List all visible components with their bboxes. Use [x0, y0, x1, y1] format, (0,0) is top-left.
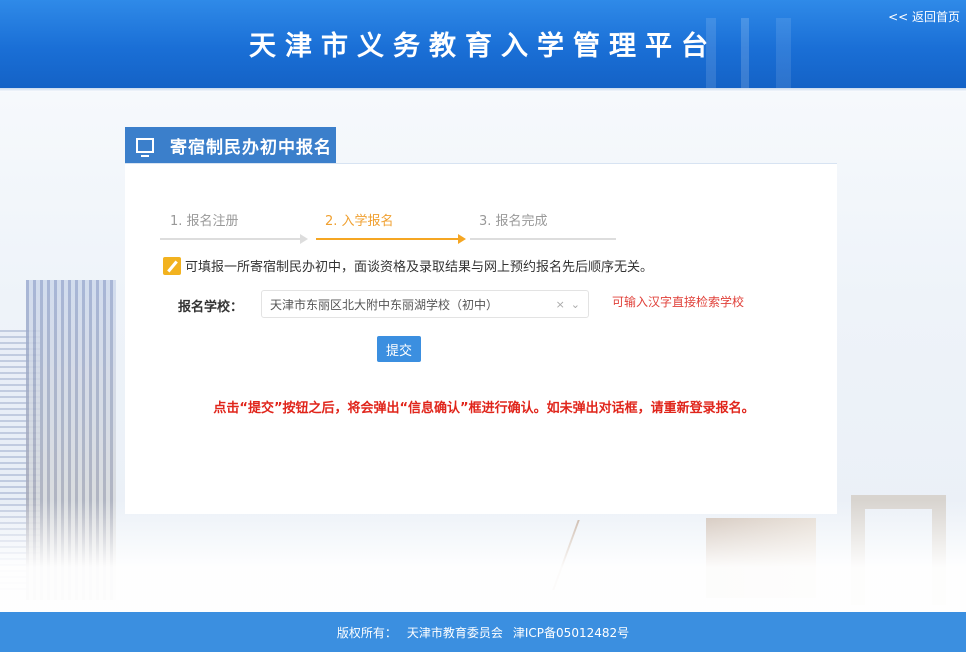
- clear-icon[interactable]: ×: [556, 298, 565, 311]
- step-arrow-enroll: [458, 234, 466, 244]
- site-header: 天津市义务教育入学管理平台 << 返回首页: [0, 0, 966, 88]
- back-to-home-link[interactable]: << 返回首页: [888, 8, 960, 25]
- progress-steps: 1. 报名注册 2. 入学报名 3. 报名完成: [160, 210, 620, 244]
- chevron-down-icon[interactable]: ⌄: [571, 298, 580, 311]
- panel-title: 寄宿制民办初中报名: [170, 137, 332, 158]
- site-title: 天津市义务教育入学管理平台: [249, 31, 717, 62]
- step-register: 1. 报名注册: [170, 214, 239, 229]
- copyright-label: 版权所有：: [336, 625, 397, 640]
- monitor-icon: [136, 137, 154, 157]
- school-select-value: 天津市东丽区北大附中东丽湖学校（初中）: [270, 297, 499, 312]
- site-footer: 版权所有： 天津市教育委员会 津ICP备05012482号: [0, 612, 966, 652]
- copyright-owner: 天津市教育委员会: [406, 625, 503, 640]
- notice-text: 可填报一所寄宿制民办初中，面谈资格及录取结果与网上预约报名先后顺序无关。: [185, 260, 654, 275]
- background-clouds: [0, 500, 966, 612]
- step-enroll: 2. 入学报名: [325, 214, 394, 229]
- search-hint: 可输入汉字直接检索学校: [612, 295, 745, 309]
- notice: 可填报一所寄宿制民办初中，面谈资格及录取结果与网上预约报名先后顺序无关。: [163, 256, 653, 275]
- pencil-icon: [163, 256, 181, 275]
- icp-number[interactable]: 津ICP备05012482号: [513, 624, 629, 641]
- step-bar-register: [160, 238, 300, 240]
- school-select[interactable]: 天津市东丽区北大附中东丽湖学校（初中） × ⌄: [261, 290, 589, 318]
- step-complete: 3. 报名完成: [479, 214, 548, 229]
- submit-button[interactable]: 提交: [377, 336, 421, 362]
- warning-text: 点击“提交”按钮之后，将会弹出“信息确认”框进行确认。如未弹出对话框，请重新登录…: [213, 401, 755, 416]
- step-arrow-register: [300, 234, 308, 244]
- school-label: 报名学校：: [178, 300, 244, 315]
- panel-tab: 寄宿制民办初中报名: [125, 127, 336, 163]
- step-bar-complete: [470, 238, 616, 240]
- step-bar-enroll: [316, 238, 458, 240]
